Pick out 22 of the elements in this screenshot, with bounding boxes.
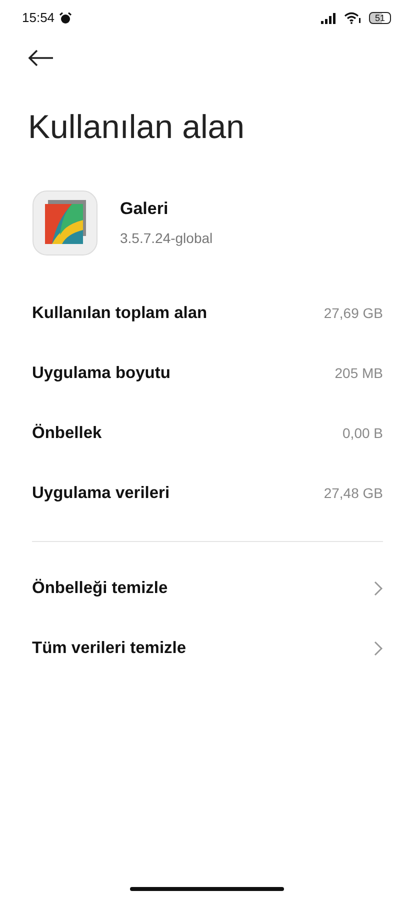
alarm-icon [58, 12, 72, 24]
back-icon[interactable] [28, 48, 54, 67]
storage-label: Uygulama boyutu [32, 363, 170, 384]
chevron-icon [374, 581, 383, 596]
signal-icon [320, 12, 336, 24]
storage-label: Uygulama verileri [32, 483, 170, 504]
storage-value: 0,00 B [342, 424, 383, 443]
storage-label: Önbellek [32, 422, 102, 444]
action-label[interactable]: Tüm verileri temizle [32, 636, 186, 661]
wifi-icon [344, 12, 361, 24]
page-title: Kullanılan alan [28, 107, 246, 147]
storage-label: Kullanılan toplam alan [32, 303, 208, 324]
status-time: 15:54 [22, 9, 55, 28]
storage-value: 27,69 GB [324, 304, 383, 323]
battery-icon: 51 [368, 12, 391, 24]
chevron-icon [374, 641, 383, 656]
gallery-icon [32, 190, 98, 256]
storage-value: 27,48 GB [324, 484, 383, 503]
app-name: Galeri [120, 198, 170, 220]
action-label[interactable]: Önbelleği temizle [32, 576, 168, 601]
storage-value: 205 MB [334, 364, 383, 383]
app-version: 3.5.7.24-global [120, 228, 213, 248]
